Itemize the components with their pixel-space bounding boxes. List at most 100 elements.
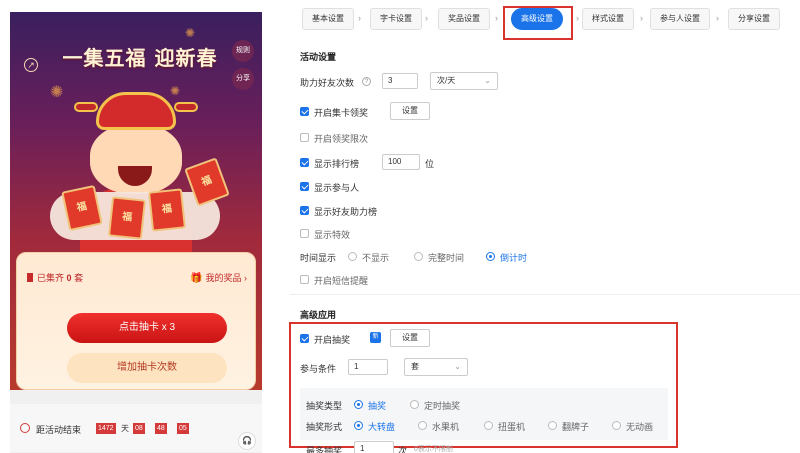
campaign-poster: ✺ ✺ ✺ ↗ 一集五福 迎新春 规则 分享 福 福 福 福 已集齐 0 套 🎁… — [10, 12, 262, 390]
lottery-form-wheel-radio[interactable] — [354, 421, 363, 430]
fortune-god-illustration — [66, 92, 206, 272]
lottery-settings-button[interactable]: 设置 — [390, 329, 430, 347]
section-title-advanced: 高级应用 — [300, 310, 337, 320]
collected-count: 已集齐 0 套 — [27, 271, 83, 284]
compass-icon: ↗ — [24, 58, 38, 72]
headset-icon[interactable]: 🎧 — [238, 432, 256, 450]
max-draws-input[interactable]: 1 — [354, 441, 394, 453]
tab-share[interactable]: 分享设置 — [728, 8, 780, 30]
card-icon — [27, 273, 33, 282]
claim-limit-checkbox[interactable] — [300, 133, 309, 142]
rules-button[interactable]: 规则 — [232, 40, 254, 62]
chevron-right-icon: › — [576, 13, 579, 23]
show-ranking-checkbox[interactable] — [300, 158, 309, 167]
chevron-right-icon: › — [495, 13, 498, 23]
show-friend-ranking-checkbox[interactable] — [300, 206, 309, 215]
lottery-form-flip-label: 翻牌子 — [562, 422, 590, 432]
chevron-right-icon: › — [640, 13, 643, 23]
tab-basic[interactable]: 基本设置 — [302, 8, 354, 30]
claim-limit-label: 开启领奖限次 — [314, 134, 369, 144]
tab-prizes[interactable]: 奖品设置 — [438, 8, 490, 30]
chevron-right-icon: › — [716, 13, 719, 23]
collect-reward-settings-button[interactable]: 设置 — [390, 102, 430, 120]
countdown-hours: 08 — [133, 423, 145, 434]
help-friends-input[interactable]: 3 — [382, 73, 418, 89]
max-draws-unit: 次 — [398, 446, 408, 453]
show-participants-label: 显示参与人 — [314, 183, 360, 193]
help-icon[interactable]: ? — [362, 77, 371, 86]
lottery-form-wheel-label: 大转盘 — [368, 422, 396, 432]
ranking-count-input[interactable]: 100 — [382, 154, 420, 170]
highlight-box-tab — [503, 6, 573, 40]
sms-reminder-label: 开启短信提醒 — [314, 276, 369, 286]
condition-unit-select[interactable]: 套 ⌄ — [404, 358, 468, 376]
show-ranking-label: 显示排行榜 — [314, 159, 360, 169]
chevron-right-icon: › — [425, 13, 428, 23]
lottery-form-gacha-radio[interactable] — [484, 421, 493, 430]
tab-cards[interactable]: 字卡设置 — [370, 8, 422, 30]
help-friends-label: 助力好友次数 — [300, 78, 355, 88]
time-option-none-label: 不显示 — [362, 253, 390, 263]
lottery-type-timed-radio[interactable] — [410, 400, 419, 409]
card-envelope: 福 — [148, 188, 186, 232]
card-envelope: 福 — [108, 196, 146, 240]
max-draws-hint: 0表示不限制 — [414, 446, 453, 453]
time-option-full-radio[interactable] — [414, 252, 423, 261]
show-effects-label: 显示特效 — [314, 230, 351, 240]
chevron-right-icon: › — [358, 13, 361, 23]
lottery-type-draw-radio[interactable] — [354, 400, 363, 409]
my-prizes-link[interactable]: 🎁 我的奖品 › — [190, 271, 247, 284]
campaign-title: 一集五福 迎新春 — [62, 46, 218, 70]
ranking-unit-label: 位 — [425, 159, 435, 169]
countdown-label: 距活动结束 — [36, 425, 82, 435]
time-option-countdown-radio[interactable] — [486, 252, 495, 261]
time-option-countdown-label: 倒计时 — [500, 253, 528, 263]
lottery-label: 开启抽奖 — [314, 335, 351, 345]
section-title-activity: 活动设置 — [300, 52, 337, 62]
gift-icon: 🎁 — [190, 273, 203, 284]
tab-participants[interactable]: 参与人设置 — [650, 8, 710, 30]
lottery-form-none-radio[interactable] — [612, 421, 621, 430]
countdown-days: 1472 — [96, 423, 116, 434]
lottery-form-gacha-label: 扭蛋机 — [498, 422, 526, 432]
countdown-day-unit: 天 — [121, 424, 129, 433]
draw-card-button[interactable]: 点击抽卡 x 3 — [67, 313, 227, 343]
show-effects-checkbox[interactable] — [300, 229, 309, 238]
lottery-type-timed-label: 定时抽奖 — [424, 401, 461, 411]
phone-preview: ✺ ✺ ✺ ↗ 一集五福 迎新春 规则 分享 福 福 福 福 已集齐 0 套 🎁… — [10, 12, 262, 453]
lottery-type-label: 抽奖类型 — [306, 401, 343, 411]
show-friend-ranking-label: 显示好友助力榜 — [314, 207, 378, 217]
countdown-minutes: 48 — [155, 423, 167, 434]
firework-icon: ✺ — [185, 26, 196, 40]
lottery-form-flip-radio[interactable] — [548, 421, 557, 430]
collect-panel: 已集齐 0 套 🎁 我的奖品 › 点击抽卡 x 3 增加抽卡次数 — [16, 252, 256, 390]
lottery-type-draw-label: 抽奖 — [368, 401, 387, 411]
collect-reward-label: 开启集卡领奖 — [314, 108, 369, 118]
time-option-full-label: 完整时间 — [428, 253, 465, 263]
condition-input[interactable]: 1 — [348, 359, 388, 375]
tab-style[interactable]: 样式设置 — [582, 8, 634, 30]
chevron-down-icon: ⌄ — [484, 76, 491, 85]
time-display-label: 时间显示 — [300, 253, 337, 263]
add-draws-button[interactable]: 增加抽卡次数 — [67, 353, 227, 383]
lottery-form-label: 抽奖形式 — [306, 422, 343, 432]
lottery-options-panel — [300, 388, 668, 440]
collect-reward-checkbox[interactable] — [300, 107, 309, 116]
condition-label: 参与条件 — [300, 364, 337, 374]
clock-icon — [20, 423, 30, 433]
lottery-form-fruit-radio[interactable] — [418, 421, 427, 430]
max-draws-label: 最多抽奖 — [306, 446, 343, 453]
lottery-form-fruit-label: 水果机 — [432, 422, 460, 432]
section-divider — [290, 294, 800, 295]
share-button[interactable]: 分享 — [232, 68, 254, 90]
lottery-form-none-label: 无动画 — [626, 422, 654, 432]
firework-icon: ✺ — [50, 84, 64, 101]
time-option-none-radio[interactable] — [348, 252, 357, 261]
new-badge: 新 — [370, 332, 381, 343]
show-participants-checkbox[interactable] — [300, 182, 309, 191]
chevron-down-icon: ⌄ — [454, 362, 461, 371]
countdown-bar: 距活动结束 1472 天 08 48 05 — [10, 404, 262, 452]
sms-reminder-checkbox[interactable] — [300, 275, 309, 284]
help-friends-unit-select[interactable]: 次/天 ⌄ — [430, 72, 498, 90]
lottery-checkbox[interactable] — [300, 334, 309, 343]
